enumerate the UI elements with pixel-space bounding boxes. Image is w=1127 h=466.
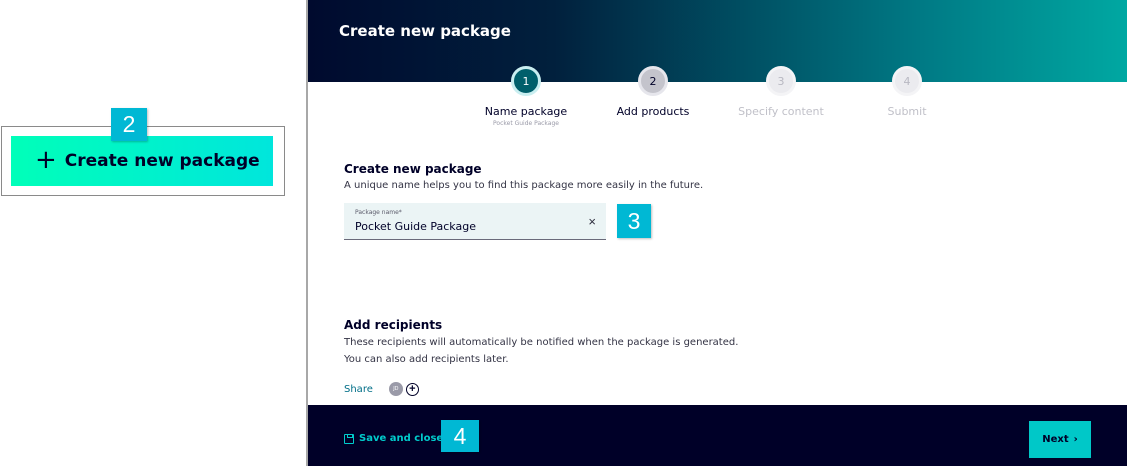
callout-badge-4: 4	[441, 420, 479, 452]
save-icon	[344, 433, 354, 444]
package-name-field[interactable]: Package name* Pocket Guide Package ×	[344, 203, 606, 240]
save-and-close-button[interactable]: Save and close	[344, 433, 443, 444]
step-name-package[interactable]: 1 Name package Pocket Guide Package	[456, 66, 596, 127]
create-package-dialog: Create new package 1 Name package Pocket…	[306, 0, 1127, 466]
recipients-section-title: Add recipients	[344, 318, 443, 332]
stepper: 1 Name package Pocket Guide Package 2 Ad…	[308, 66, 1127, 136]
step-1-sublabel: Pocket Guide Package	[493, 120, 559, 127]
avatar[interactable]: JD	[388, 382, 403, 396]
step-add-products[interactable]: 2 Add products	[583, 66, 723, 118]
chevron-right-icon: ›	[1073, 434, 1078, 445]
name-section-description: A unique name helps you to find this pac…	[344, 180, 704, 191]
callout-badge-3: 3	[617, 204, 651, 238]
step-3-label: Specify content	[738, 105, 824, 118]
create-new-package-label: Create new package	[64, 151, 260, 171]
recipients-description-line-1: These recipients will automatically be n…	[344, 337, 739, 348]
recipients-section-description: These recipients will automatically be n…	[344, 334, 738, 368]
step-1-circle: 1	[511, 66, 541, 96]
close-icon[interactable]: ×	[588, 215, 596, 228]
recipients-description-line-2: You can also add recipients later.	[344, 354, 509, 365]
name-section-title: Create new package	[344, 162, 482, 176]
next-label: Next	[1042, 434, 1069, 445]
step-1-label: Name package	[484, 105, 568, 118]
step-specify-content: 3 Specify content	[711, 66, 851, 118]
share-row: Share JD +	[344, 382, 419, 396]
next-button[interactable]: Next ›	[1029, 421, 1091, 458]
step-submit: 4 Submit	[837, 66, 977, 118]
package-name-value[interactable]: Pocket Guide Package	[355, 220, 476, 233]
step-4-label: Submit	[887, 105, 927, 118]
step-3-circle: 3	[766, 66, 796, 96]
package-name-label: Package name*	[355, 209, 402, 216]
callout-badge-2: 2	[111, 108, 147, 141]
dialog-footer: Save and close Next ›	[308, 405, 1127, 466]
share-label: Share	[344, 383, 373, 395]
step-2-circle: 2	[638, 66, 668, 96]
add-circle-icon[interactable]: +	[405, 382, 419, 396]
plus-icon: +	[35, 144, 57, 175]
step-2-label: Add products	[616, 105, 690, 118]
dialog-title: Create new package	[339, 22, 511, 40]
create-new-package-button[interactable]: + Create new package	[11, 136, 273, 186]
step-4-circle: 4	[892, 66, 922, 96]
save-and-close-label: Save and close	[359, 433, 444, 444]
